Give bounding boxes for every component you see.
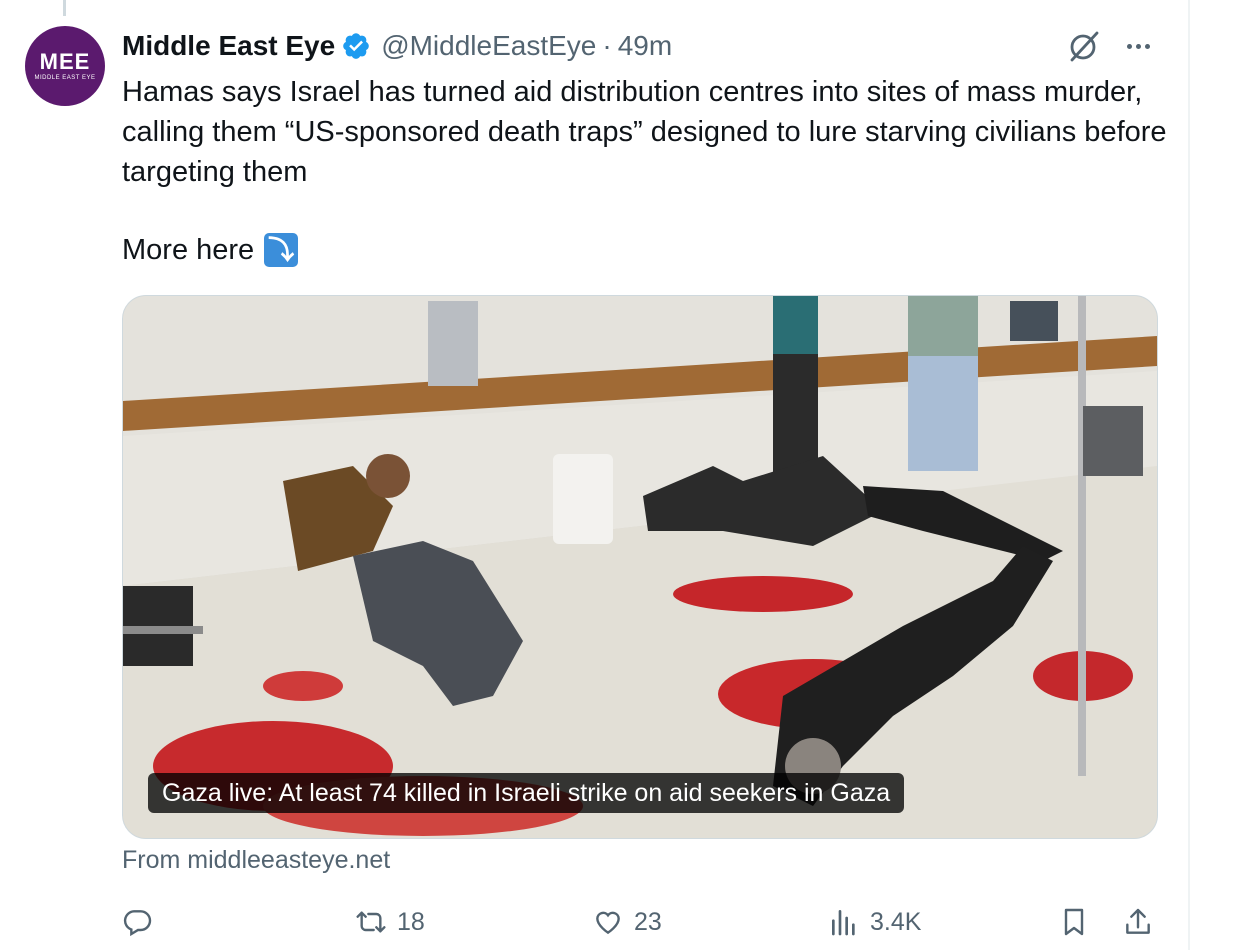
hospital-photo: [123, 296, 1157, 838]
share-button[interactable]: [1122, 900, 1154, 944]
avatar-logo-subtitle: MIDDLE EAST EYE: [34, 75, 96, 81]
bookmark-button[interactable]: [1058, 900, 1090, 944]
repost-count: 18: [397, 907, 425, 936]
bookmark-icon: [1064, 908, 1084, 936]
avatar[interactable]: MEE MIDDLE EAST EYE: [25, 26, 105, 106]
separator-dot: ·: [602, 30, 612, 61]
link-card-image[interactable]: Gaza live: At least 74 killed in Israeli…: [122, 295, 1158, 839]
more-here-line: More here ⤵: [122, 230, 299, 270]
timeline-border: [1188, 0, 1190, 950]
more-icon[interactable]: [1120, 30, 1156, 62]
share-icon: [1126, 908, 1150, 934]
more-here-text: More here: [122, 234, 255, 266]
like-icon: [596, 911, 620, 935]
card-caption: Gaza live: At least 74 killed in Israeli…: [148, 773, 905, 813]
views-button[interactable]: 3.4K: [828, 900, 921, 944]
reply-icon: [123, 910, 152, 937]
tweet-text: Hamas says Israel has turned aid distrib…: [122, 76, 1167, 188]
action-bar: 18 23 3.4K: [122, 900, 1162, 944]
like-button[interactable]: 23: [592, 900, 662, 944]
arrow-down-emoji-icon: ⤵: [264, 233, 299, 267]
timestamp[interactable]: 49m: [618, 30, 672, 62]
author-handle[interactable]: @MiddleEastEye: [381, 30, 596, 62]
avatar-logo: MEE: [39, 49, 91, 74]
reply-button[interactable]: [122, 900, 164, 944]
views-icon: [832, 910, 855, 936]
repost-button[interactable]: 18: [355, 900, 425, 944]
views-count: 3.4K: [870, 907, 922, 936]
repost-icon: [356, 911, 386, 933]
like-count: 23: [634, 907, 662, 936]
author-name[interactable]: Middle East Eye: [122, 30, 335, 62]
tweet-header: Middle East Eye @MiddleEastEye · 49m: [122, 26, 672, 66]
verified-badge-icon[interactable]: [341, 31, 371, 61]
card-source-link[interactable]: From middleeasteye.net: [122, 846, 390, 875]
thread-connector-line: [63, 0, 66, 16]
grok-icon[interactable]: [1066, 28, 1102, 64]
